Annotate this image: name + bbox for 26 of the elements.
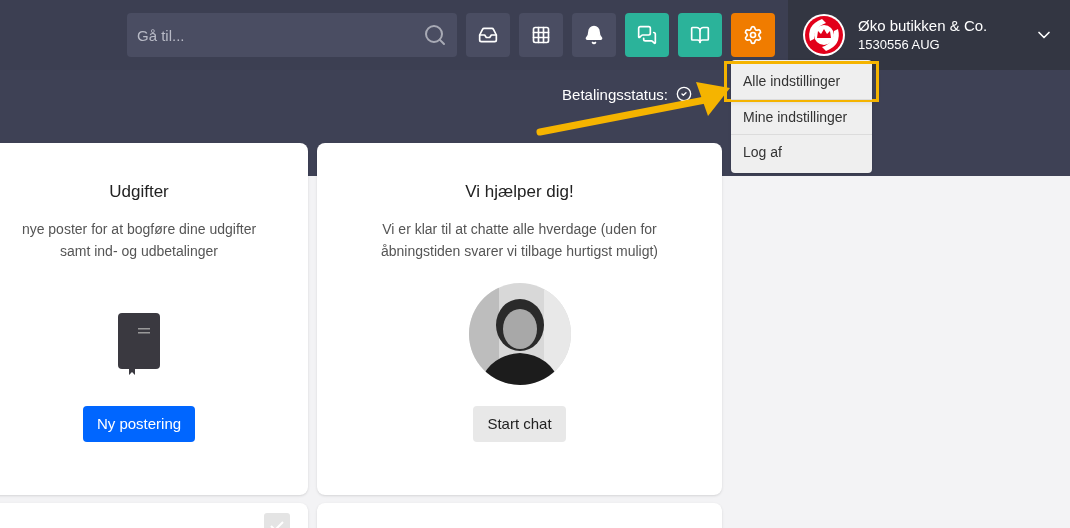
company-id: 1530556 AUG bbox=[858, 36, 941, 54]
search-field[interactable]: Gå til... bbox=[127, 13, 457, 57]
menu-item[interactable]: Alle indstillinger bbox=[727, 64, 876, 99]
chat-icon bbox=[637, 25, 657, 45]
toolbar-button[interactable] bbox=[519, 13, 563, 57]
settings-icon bbox=[743, 25, 763, 45]
toolbar-button[interactable] bbox=[466, 13, 510, 57]
menu-item[interactable]: Log af bbox=[731, 134, 872, 169]
card-button[interactable]: Ny postering bbox=[82, 406, 196, 442]
card-description: nye poster for at bogføre dine udgifter samt ind- og udbetalinger bbox=[21, 219, 257, 261]
card-description: Vi er klar til at chatte alle hverdage (uden for åbningstiden svarer vi tilbage hurtigst muligt) bbox=[381, 219, 658, 261]
card-title: Vi hjælper dig! bbox=[465, 181, 574, 203]
crown-logo-icon bbox=[802, 13, 846, 57]
company-name: Øko butikken & Co. bbox=[858, 16, 989, 36]
inbox-icon bbox=[478, 25, 498, 45]
bell-icon bbox=[584, 25, 604, 45]
search-icon bbox=[423, 23, 447, 47]
card-title: Udgifter bbox=[109, 181, 169, 203]
toolbar-button[interactable] bbox=[572, 13, 616, 57]
check-circle-icon bbox=[676, 86, 692, 102]
card-button[interactable]: Start chat bbox=[473, 406, 566, 442]
payment-status-label: Betalingsstatus: bbox=[562, 85, 668, 105]
book-icon bbox=[690, 25, 710, 45]
menu-item[interactable]: Mine indstillinger bbox=[731, 99, 872, 134]
notebook-icon bbox=[117, 311, 161, 376]
grid-icon bbox=[531, 25, 551, 45]
